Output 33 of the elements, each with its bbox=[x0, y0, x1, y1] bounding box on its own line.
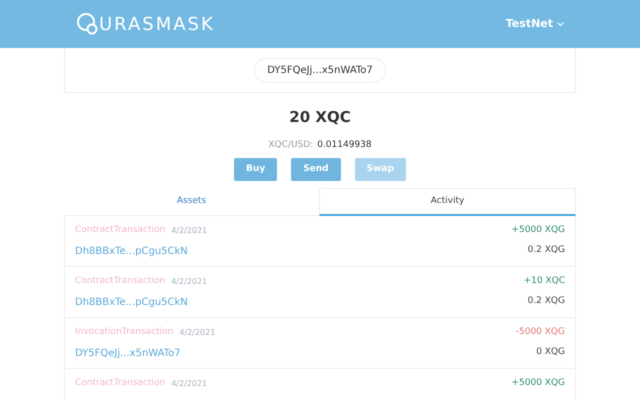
transaction-fee: 0 XQG bbox=[536, 346, 565, 360]
action-button[interactable]: Send bbox=[291, 158, 341, 181]
transaction-fee: 0.2 XQG bbox=[528, 295, 565, 308]
transaction-row[interactable]: ContractTransaction 4/2/2021 +5000 XQG Dh8BBxTe...pCgu5CkN 0.2 XQG bbox=[64, 216, 576, 267]
caret-icon bbox=[557, 22, 564, 26]
transaction-date: 4/2/2021 bbox=[179, 326, 216, 339]
transaction-date: 4/2/2021 bbox=[171, 224, 208, 237]
transaction-amount: +10 XQC bbox=[524, 275, 565, 288]
transaction-amount: +5000 XQG bbox=[511, 224, 565, 237]
transaction-type: ContractTransaction bbox=[75, 377, 166, 390]
transaction-address-link[interactable]: Dh8BBxTe...pCgu5CkN bbox=[75, 294, 188, 310]
transaction-type: ContractTransaction bbox=[75, 275, 166, 288]
transaction-fee: 0.2 XQG bbox=[528, 244, 565, 258]
tab[interactable]: Assets bbox=[64, 188, 319, 216]
transaction-amount: -5000 XQG bbox=[516, 326, 565, 339]
transaction-type: ContractTransaction bbox=[75, 224, 166, 237]
transaction-row[interactable]: InvocationTransaction 4/2/2021 -5000 XQG DY5FQeJj...x5nWATo7 0 XQG bbox=[64, 318, 576, 369]
transaction-type: InvocationTransaction bbox=[75, 326, 174, 339]
logo-icon bbox=[76, 12, 98, 36]
transaction-date: 4/2/2021 bbox=[171, 378, 208, 390]
transaction-row[interactable]: ContractTransaction 4/2/2021 +5000 XQG bbox=[64, 369, 576, 400]
transaction-address-link[interactable]: Dh8BBxTe...pCgu5CkN bbox=[75, 244, 188, 258]
transaction-address-link[interactable]: DY5FQeJj...x5nWATo7 bbox=[75, 346, 181, 360]
balance-amount: 20 XQC bbox=[288, 107, 352, 128]
address-pill[interactable]: DY5FQeJj...x5nWATo7 bbox=[254, 58, 386, 82]
action-button[interactable]: Buy bbox=[234, 158, 278, 181]
rate-value: 0.01149938 bbox=[317, 138, 372, 152]
logo-text: URASMASK bbox=[99, 12, 215, 36]
transaction-amount: +5000 XQG bbox=[511, 377, 565, 390]
transaction-row[interactable]: ContractTransaction 4/2/2021 +10 XQC Dh8BBxTe...pCgu5CkN 0.2 XQG bbox=[64, 267, 576, 318]
tab[interactable]: Activity bbox=[319, 188, 576, 216]
transaction-date: 4/2/2021 bbox=[171, 276, 208, 288]
rate-label: XQC/USD: bbox=[268, 138, 314, 152]
